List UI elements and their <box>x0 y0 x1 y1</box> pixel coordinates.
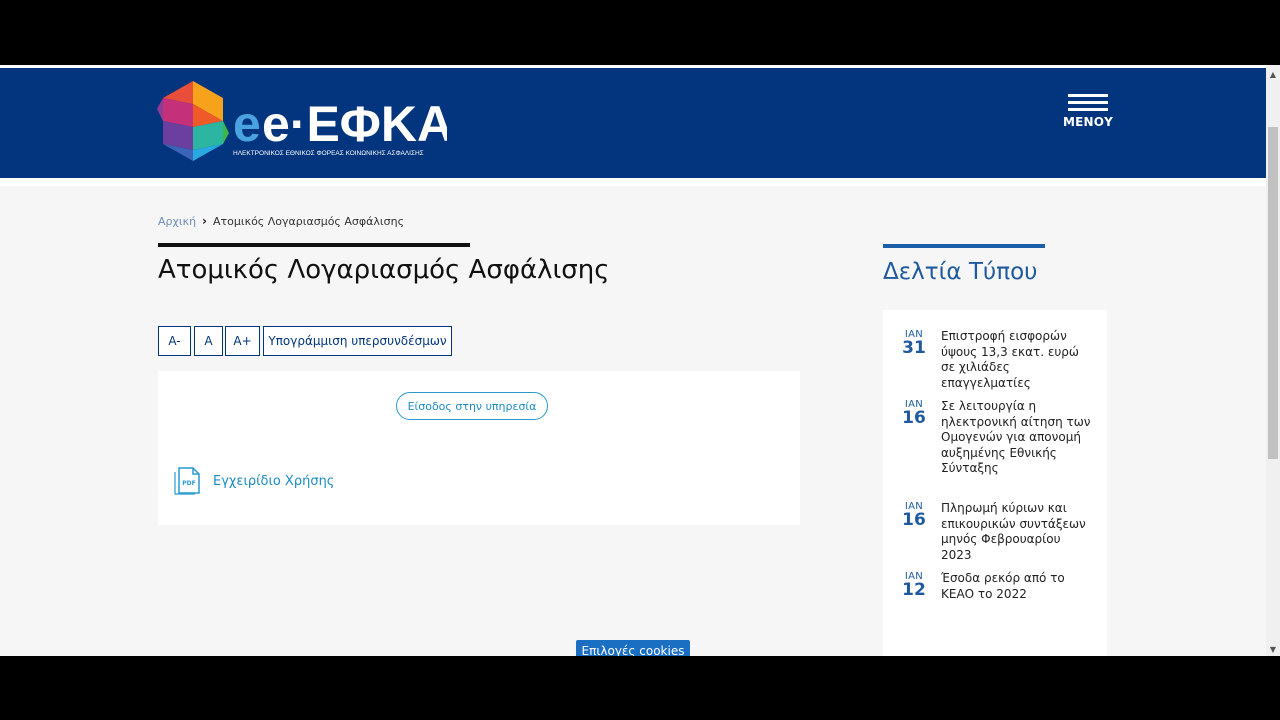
header-bottom-band <box>0 178 1266 186</box>
news-date: ΙΑΝ 16 <box>901 501 927 530</box>
arrow-up-icon[interactable]: ▲ <box>1266 67 1280 81</box>
press-releases-title: Δελτία Τύπου <box>883 259 1038 285</box>
press-releases-list: ΙΑΝ 31 Επιστροφή εισφορών ύψους 13,3 εκα… <box>883 310 1107 656</box>
news-day: 31 <box>902 338 926 358</box>
menu-label: ΜΕΝΟΥ <box>1062 115 1114 129</box>
breadcrumb: Αρχική › Ατομικός Λογαριασμός Ασφάλισης <box>158 214 404 228</box>
service-card: Είσοδος στην υπηρεσία PDF Εγχειρίδιο Χρή… <box>158 371 800 525</box>
arrow-down-icon[interactable]: ▼ <box>1266 642 1280 656</box>
page-title: Ατομικός Λογαριασμός Ασφάλισης <box>158 255 610 285</box>
news-text: Πληρωμή κύριων και επικουρικών συντάξεων… <box>941 501 1086 562</box>
news-text: Σε λειτουργία η ηλεκτρονική αίτηση των Ο… <box>941 399 1091 475</box>
underline-links-button[interactable]: Υπογράμμιση υπερσυνδέσμων <box>263 326 452 356</box>
vertical-scrollbar[interactable]: ▲ ▼ <box>1266 65 1280 656</box>
pdf-file-icon: PDF <box>174 467 200 495</box>
chevron-right-icon: › <box>202 214 207 228</box>
news-date: ΙΑΝ 31 <box>901 329 927 358</box>
efka-logo[interactable]: e e·ΕΦΚΑ ΗΛΕΚΤΡΟΝΙΚΟΣ ΕΘΝΙΚΟΣ ΦΟΡΕΑΣ ΚΟΙ… <box>157 81 453 167</box>
cookie-options-button[interactable]: Επιλογές cookies <box>576 640 690 656</box>
news-text: Έσοδα ρεκόρ από το ΚΕΑΟ το 2022 <box>941 571 1065 601</box>
news-day: 16 <box>902 510 926 530</box>
font-normal-button[interactable]: A <box>194 326 223 356</box>
news-day: 16 <box>902 408 926 428</box>
news-day: 12 <box>902 580 926 600</box>
title-rule <box>158 243 470 247</box>
scrollbar-thumb[interactable] <box>1268 127 1278 459</box>
user-manual-link[interactable]: PDF Εγχειρίδιο Χρήσης <box>174 467 334 495</box>
breadcrumb-home-link[interactable]: Αρχική <box>158 215 196 228</box>
service-login-button[interactable]: Είσοδος στην υπηρεσία <box>396 392 548 420</box>
font-decrease-button[interactable]: A- <box>158 326 191 356</box>
efka-logo-graphic: e e·ΕΦΚΑ ΗΛΕΚΤΡΟΝΙΚΟΣ ΕΘΝΙΚΟΣ ΦΟΡΕΑΣ ΚΟΙ… <box>157 81 453 161</box>
user-manual-label: Εγχειρίδιο Χρήσης <box>213 473 335 489</box>
site-header: e e·ΕΦΚΑ ΗΛΕΚΤΡΟΝΙΚΟΣ ΕΘΝΙΚΟΣ ΦΟΡΕΑΣ ΚΟΙ… <box>0 68 1266 178</box>
font-increase-button[interactable]: A+ <box>225 326 260 356</box>
browser-viewport: e e·ΕΦΚΑ ΗΛΕΚΤΡΟΝΙΚΟΣ ΕΘΝΙΚΟΣ ΦΟΡΕΑΣ ΚΟΙ… <box>0 65 1280 656</box>
menu-button[interactable]: ΜΕΝΟΥ <box>1062 94 1114 134</box>
breadcrumb-current: Ατομικός Λογαριασμός Ασφάλισης <box>213 215 405 228</box>
logo-subtitle: ΗΛΕΚΤΡΟΝΙΚΟΣ ΕΘΝΙΚΟΣ ΦΟΡΕΑΣ ΚΟΙΝΩΝΙΚΗΣ Α… <box>233 150 424 157</box>
hamburger-icon <box>1062 94 1114 111</box>
pdf-icon-text: PDF <box>182 480 195 487</box>
news-text: Επιστροφή εισφορών ύψους 13,3 εκατ. ευρώ… <box>941 329 1079 390</box>
sidebar-rule <box>883 244 1045 248</box>
news-date: ΙΑΝ 16 <box>901 399 927 428</box>
logo-e-text: e <box>233 96 261 152</box>
news-date: ΙΑΝ 12 <box>901 571 927 600</box>
logo-main-text: e·ΕΦΚΑ <box>262 96 447 152</box>
